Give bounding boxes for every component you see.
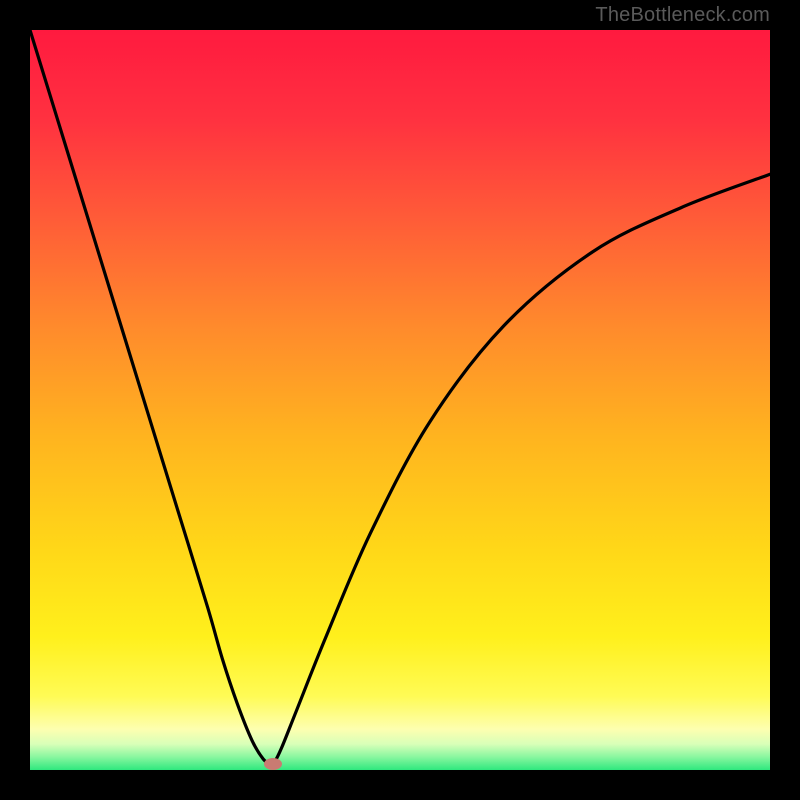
attribution-label: TheBottleneck.com: [595, 4, 770, 27]
bottleneck-curve: [30, 30, 770, 765]
chart-frame: TheBottleneck.com: [0, 0, 800, 800]
plot-area: [30, 30, 770, 770]
optimal-point-marker: [264, 758, 282, 770]
curve-layer: [30, 30, 770, 770]
